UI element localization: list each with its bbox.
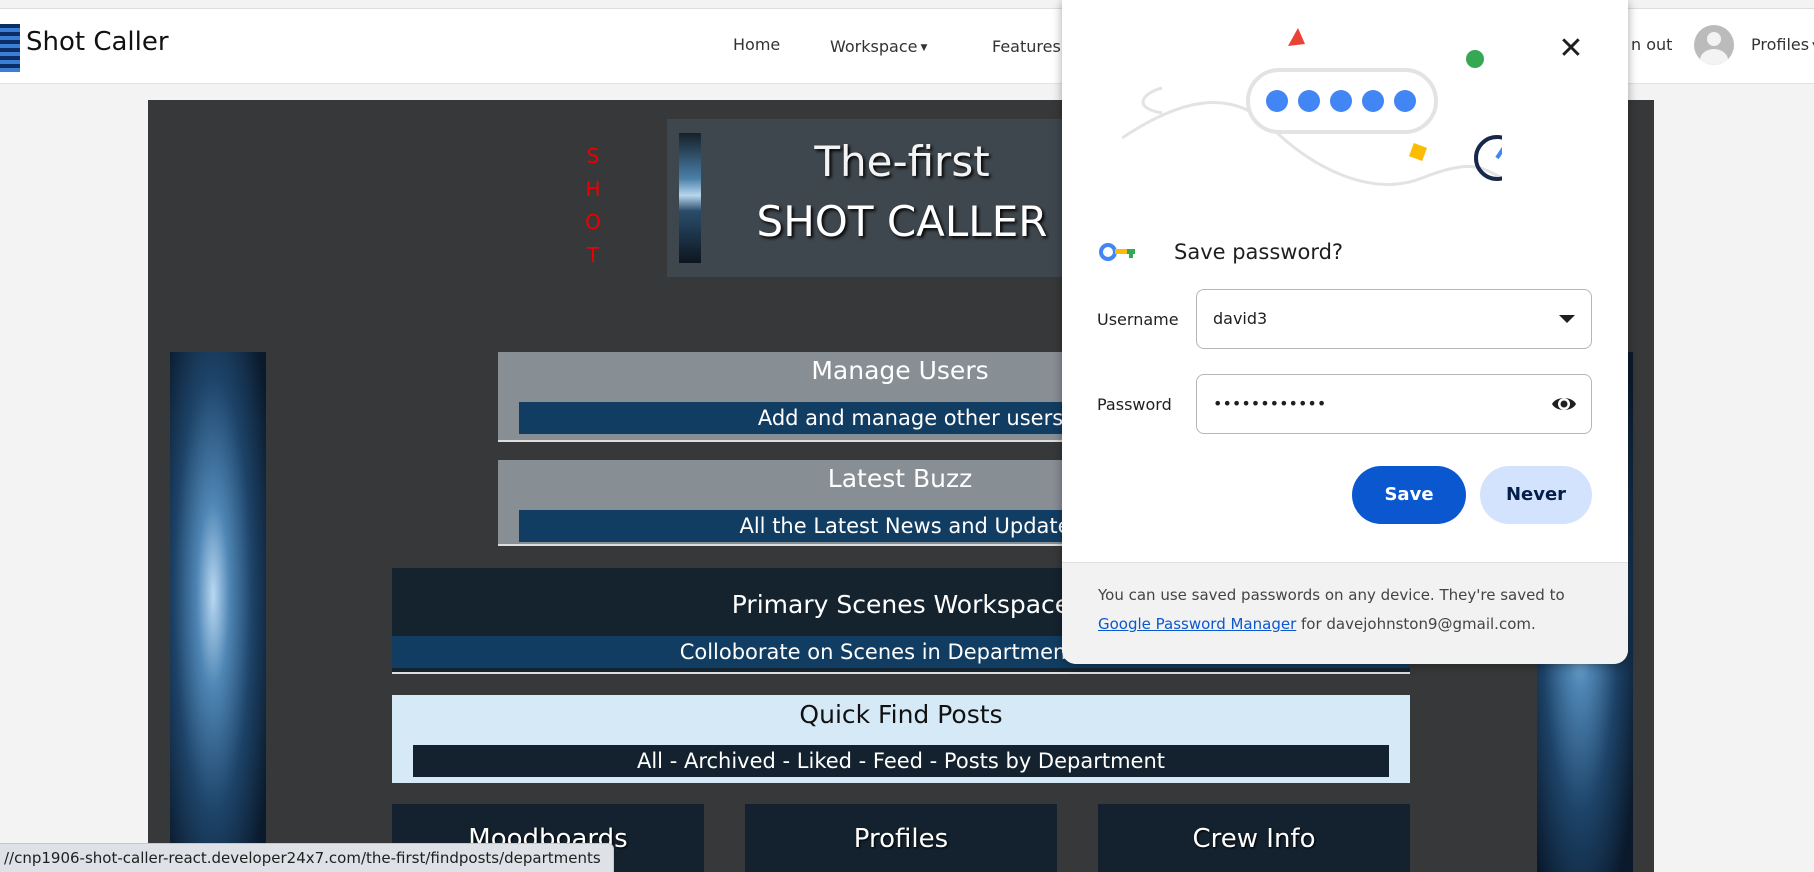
dropdown-arrow-icon[interactable] [1559, 315, 1575, 323]
key-icon [1099, 243, 1135, 261]
vertical-letter: O [585, 210, 601, 234]
save-password-title: Save password? [1174, 240, 1344, 264]
nav-signout[interactable]: n out [1631, 35, 1672, 54]
nav-profiles[interactable]: Profiles▼ [1751, 35, 1814, 54]
brand-title[interactable]: Shot Caller [26, 27, 169, 57]
password-field[interactable]: •••••••••••• [1196, 374, 1592, 434]
save-button[interactable]: Save [1352, 466, 1466, 524]
nav-workspace-label: Workspace [830, 37, 918, 56]
nav-features[interactable]: Features [992, 37, 1061, 56]
footer-text-post: for davejohnston9@gmail.com. [1296, 615, 1536, 633]
username-label: Username [1097, 310, 1179, 329]
tile-profiles[interactable]: Profiles [745, 804, 1057, 872]
google-password-manager-link[interactable]: Google Password Manager [1098, 615, 1296, 633]
never-button[interactable]: Never [1480, 466, 1592, 524]
username-value: david3 [1213, 309, 1268, 328]
quick-find-links[interactable]: All - Archived - Liked - Feed - Posts by… [413, 745, 1389, 777]
password-illustration [1122, 28, 1502, 186]
dialog-footer: You can use saved passwords on any devic… [1062, 562, 1628, 664]
brand-logo[interactable] [0, 24, 20, 72]
vertical-letter: S [586, 144, 600, 168]
footer-text-pre: You can use saved passwords on any devic… [1098, 586, 1565, 604]
vertical-shot-logo: S H O T [578, 140, 608, 272]
footer-text: You can use saved passwords on any devic… [1098, 581, 1598, 639]
password-label: Password [1097, 395, 1172, 414]
caret-down-icon: ▼ [920, 42, 928, 53]
eye-icon[interactable] [1551, 392, 1577, 416]
nav-workspace[interactable]: Workspace ▼ [830, 37, 927, 56]
tile-crew-info[interactable]: Crew Info [1098, 804, 1410, 872]
hero-banner: The-first SHOT CALLER [667, 119, 1067, 277]
username-field[interactable]: david3 [1196, 289, 1592, 349]
nav-profiles-label: Profiles [1751, 35, 1810, 54]
nav-home[interactable]: Home [733, 35, 780, 54]
quick-find-card[interactable]: Quick Find Posts All - Archived - Liked … [392, 695, 1410, 783]
password-masked-value: •••••••••••• [1213, 394, 1327, 413]
vertical-letter: H [585, 177, 601, 201]
save-password-dialog: ✕ Save password? Username david3 Passwor… [1062, 0, 1628, 664]
close-icon[interactable]: ✕ [1554, 32, 1588, 66]
link-status-bar: //cnp1906-shot-caller-react.developer24x… [0, 843, 614, 872]
avatar[interactable] [1694, 25, 1734, 65]
vertical-letter: T [586, 243, 600, 267]
quick-find-title: Quick Find Posts [799, 700, 1003, 729]
left-side-image [170, 352, 266, 872]
